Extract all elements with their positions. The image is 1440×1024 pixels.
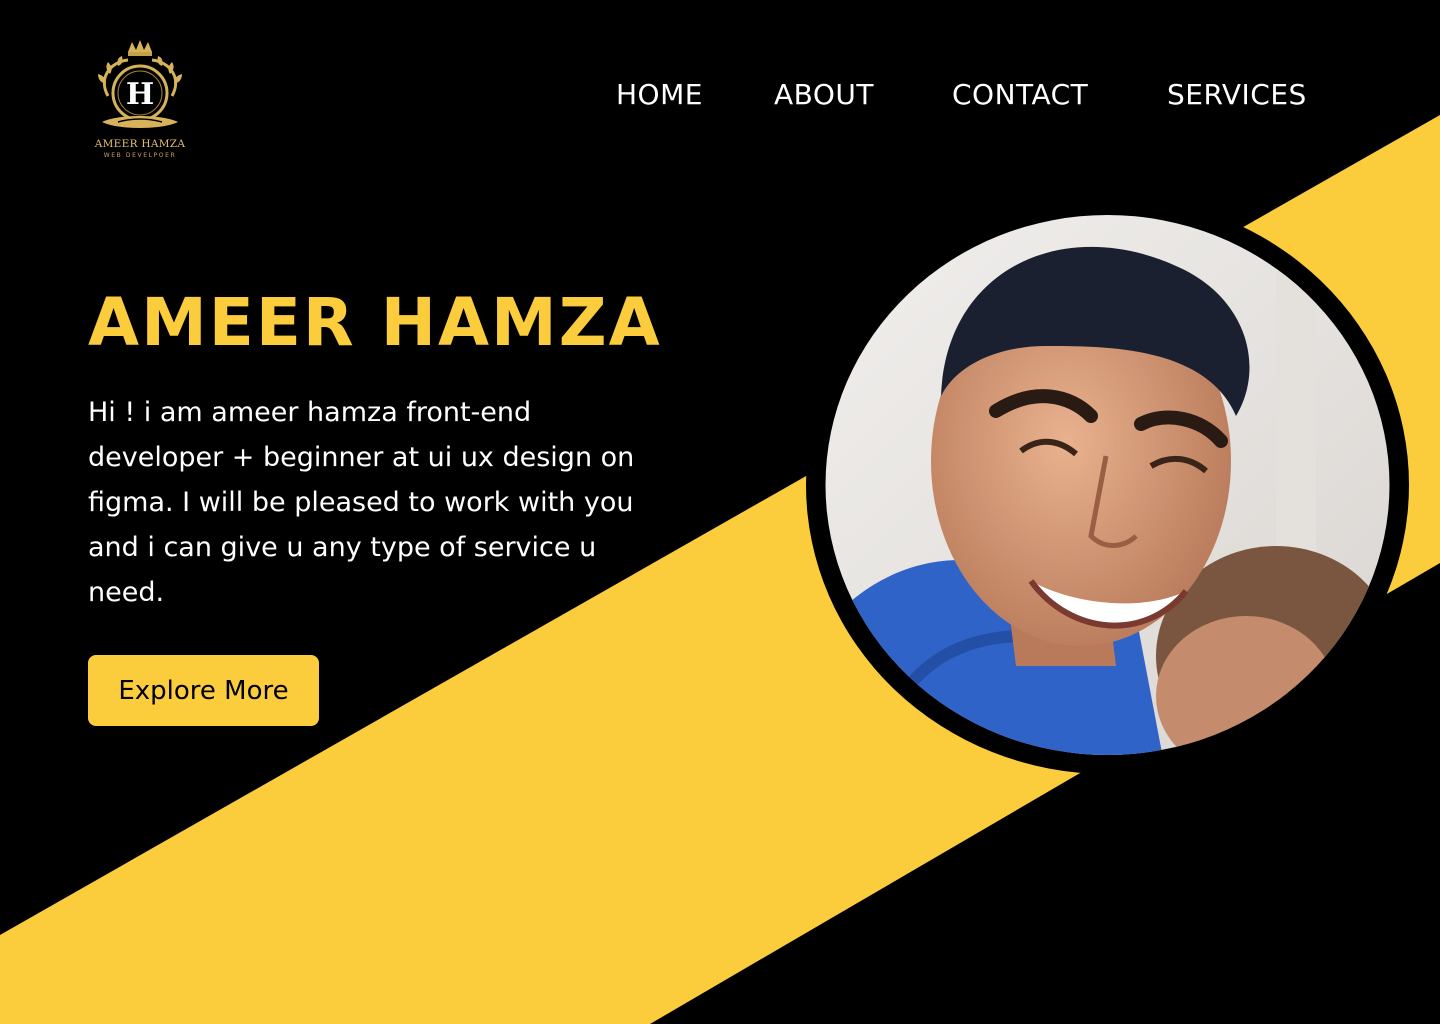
hero-title: AMEER HAMZA [88,284,662,361]
hero-description: Hi ! i am ameer hamza front-end develope… [88,397,635,608]
logo-subtitle: WEB DEVELPOER [103,152,177,159]
profile-photo-frame [806,196,1409,774]
logo-letter: H [126,77,154,112]
profile-photo [825,215,1390,755]
crown-crest-icon: H [98,40,182,128]
nav-home-link[interactable]: HOME [616,78,703,111]
logo-name: AMEER HAMZA [94,138,186,150]
explore-more-button[interactable]: Explore More [88,655,319,726]
nav-contact-link[interactable]: CONTACT [952,78,1088,111]
nav-services-link[interactable]: SERVICES [1167,78,1307,111]
brand-logo[interactable]: H AMEER HAMZA WEB DEVELPOER [88,38,192,164]
nav-about-link[interactable]: ABOUT [774,78,874,111]
